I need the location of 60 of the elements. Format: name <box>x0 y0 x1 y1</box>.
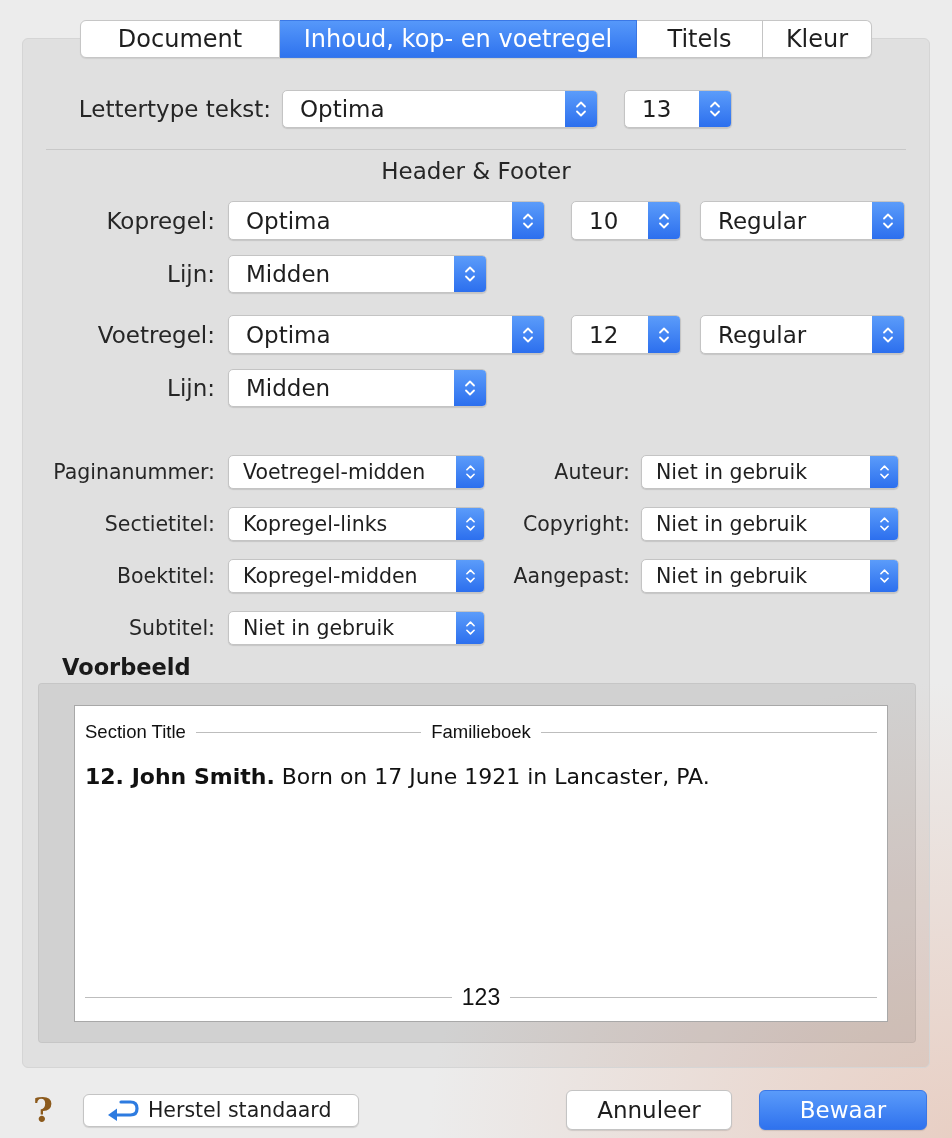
reset-button[interactable]: Herstel standaard <box>82 1093 359 1127</box>
up-down-chevron-icon <box>648 202 680 239</box>
tab[interactable]: Kleur <box>763 20 872 58</box>
field-label: Lettertype tekst: <box>77 96 271 122</box>
header-text: Familieboek <box>431 721 531 743</box>
placement-popup[interactable]: Kopregel-links <box>228 507 485 541</box>
up-down-chevron-icon <box>870 508 898 540</box>
up-down-chevron-icon <box>872 202 904 239</box>
font-popup[interactable]: Optima <box>228 315 545 354</box>
preview-heading: Voorbeeld <box>62 654 191 680</box>
field-label: Voetregel: <box>96 321 215 348</box>
field-label: Aangepast: <box>512 564 630 588</box>
up-down-chevron-icon <box>454 370 486 406</box>
placement-popup[interactable]: Niet in gebruik <box>228 611 485 645</box>
placement-popup[interactable]: Niet in gebruik <box>641 507 899 541</box>
tab[interactable]: Document <box>80 20 280 58</box>
field-label: Boektitel: <box>115 564 215 588</box>
tab[interactable]: Titels <box>637 20 763 58</box>
font-popup[interactable]: Optima <box>228 201 545 240</box>
field-label: Auteur: <box>553 460 630 484</box>
up-down-chevron-icon <box>456 508 484 540</box>
size-popup[interactable]: 13 <box>624 90 732 128</box>
font-popup[interactable]: Optima <box>282 90 598 128</box>
up-down-chevron-icon <box>648 316 680 353</box>
line-popup[interactable]: Midden <box>228 255 487 293</box>
up-down-chevron-icon <box>565 91 597 127</box>
field-label: Copyright: <box>521 512 630 536</box>
field-label: Kopregel: <box>105 207 215 234</box>
up-down-chevron-icon <box>512 316 544 353</box>
up-down-chevron-icon <box>872 316 904 353</box>
up-down-chevron-icon <box>870 560 898 592</box>
preview-body-text: 12. John Smith. Born on 17 June 1921 in Lancaster, PA. <box>85 764 710 789</box>
up-down-chevron-icon <box>456 456 484 488</box>
placement-popup[interactable]: Niet in gebruik <box>641 455 899 489</box>
size-popup[interactable]: 12 <box>571 315 681 354</box>
section-title: Header & Footer <box>380 158 572 184</box>
help-button[interactable]: ? <box>33 1092 53 1128</box>
field-label: Sectietitel: <box>103 512 215 536</box>
cancel-button[interactable]: Annuleer <box>566 1090 732 1130</box>
placement-popup[interactable]: Kopregel-midden <box>228 559 485 593</box>
field-label: Lijn: <box>166 261 215 287</box>
field-label: Lijn: <box>166 375 215 401</box>
field-label: Subtitel: <box>128 616 215 640</box>
header-text: Section Title <box>85 721 186 743</box>
tab[interactable]: Inhoud, kop- en voetregel <box>280 20 637 58</box>
placement-popup[interactable]: Voetregel-midden <box>228 455 485 489</box>
up-down-chevron-icon <box>456 560 484 592</box>
up-down-chevron-icon <box>512 202 544 239</box>
up-down-chevron-icon <box>456 612 484 644</box>
page-number: 123 <box>461 984 501 1011</box>
up-down-chevron-icon <box>699 91 731 127</box>
line-popup[interactable]: Midden <box>228 369 487 407</box>
up-down-chevron-icon <box>870 456 898 488</box>
style-popup[interactable]: Regular <box>700 201 905 240</box>
size-popup[interactable]: 10 <box>571 201 681 240</box>
up-down-chevron-icon <box>454 256 486 292</box>
style-popup[interactable]: Regular <box>700 315 905 354</box>
placement-popup[interactable]: Niet in gebruik <box>641 559 899 593</box>
field-label: Paginanummer: <box>52 460 215 484</box>
save-button[interactable]: Bewaar <box>759 1090 927 1130</box>
